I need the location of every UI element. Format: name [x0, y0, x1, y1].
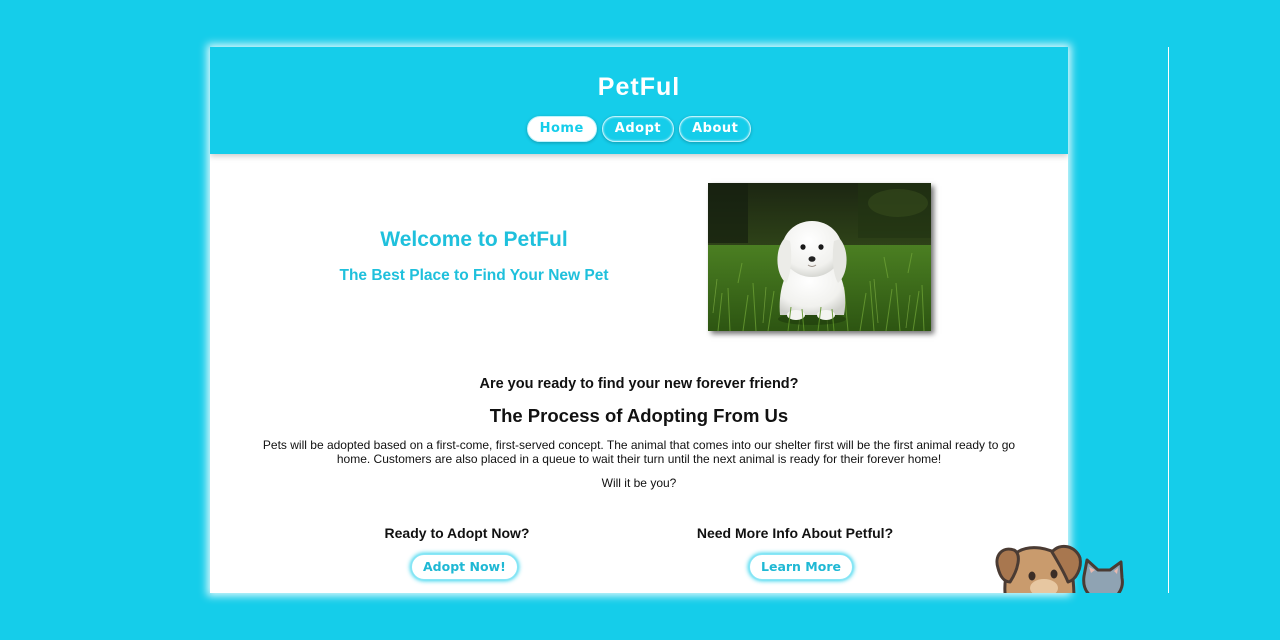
- site-header: PetFul Home Adopt About: [210, 47, 1068, 154]
- nav-adopt-link[interactable]: Adopt: [601, 116, 675, 142]
- welcome-subheading: The Best Place to Find Your New Pet: [339, 267, 609, 284]
- more-info-heading: Need More Info About Petful?: [696, 525, 894, 541]
- process-description: Pets will be adopted based on a first-co…: [262, 438, 1016, 466]
- ready-question: Are you ready to find your new forever f…: [479, 376, 799, 392]
- welcome-heading: Welcome to PetFul: [380, 228, 568, 251]
- adopt-now-heading: Ready to Adopt Now?: [384, 525, 530, 541]
- puppy-photo: [708, 183, 931, 331]
- learn-more-button[interactable]: Learn More: [749, 554, 853, 580]
- site-title: PetFul: [597, 73, 681, 101]
- background-divider-line: [1168, 47, 1169, 593]
- nav-home-link[interactable]: Home: [526, 116, 597, 142]
- closing-question: Will it be you?: [601, 476, 677, 490]
- adopt-now-button[interactable]: Adopt Now!: [411, 554, 518, 580]
- process-heading: The Process of Adopting From Us: [489, 405, 789, 426]
- page-container: PetFul Home Adopt About Welcome to PetFu…: [210, 47, 1068, 593]
- main-nav: Home Adopt About: [210, 116, 1068, 142]
- nav-about-link[interactable]: About: [679, 116, 752, 142]
- dog-and-cat-peeking-icon: [988, 540, 1134, 593]
